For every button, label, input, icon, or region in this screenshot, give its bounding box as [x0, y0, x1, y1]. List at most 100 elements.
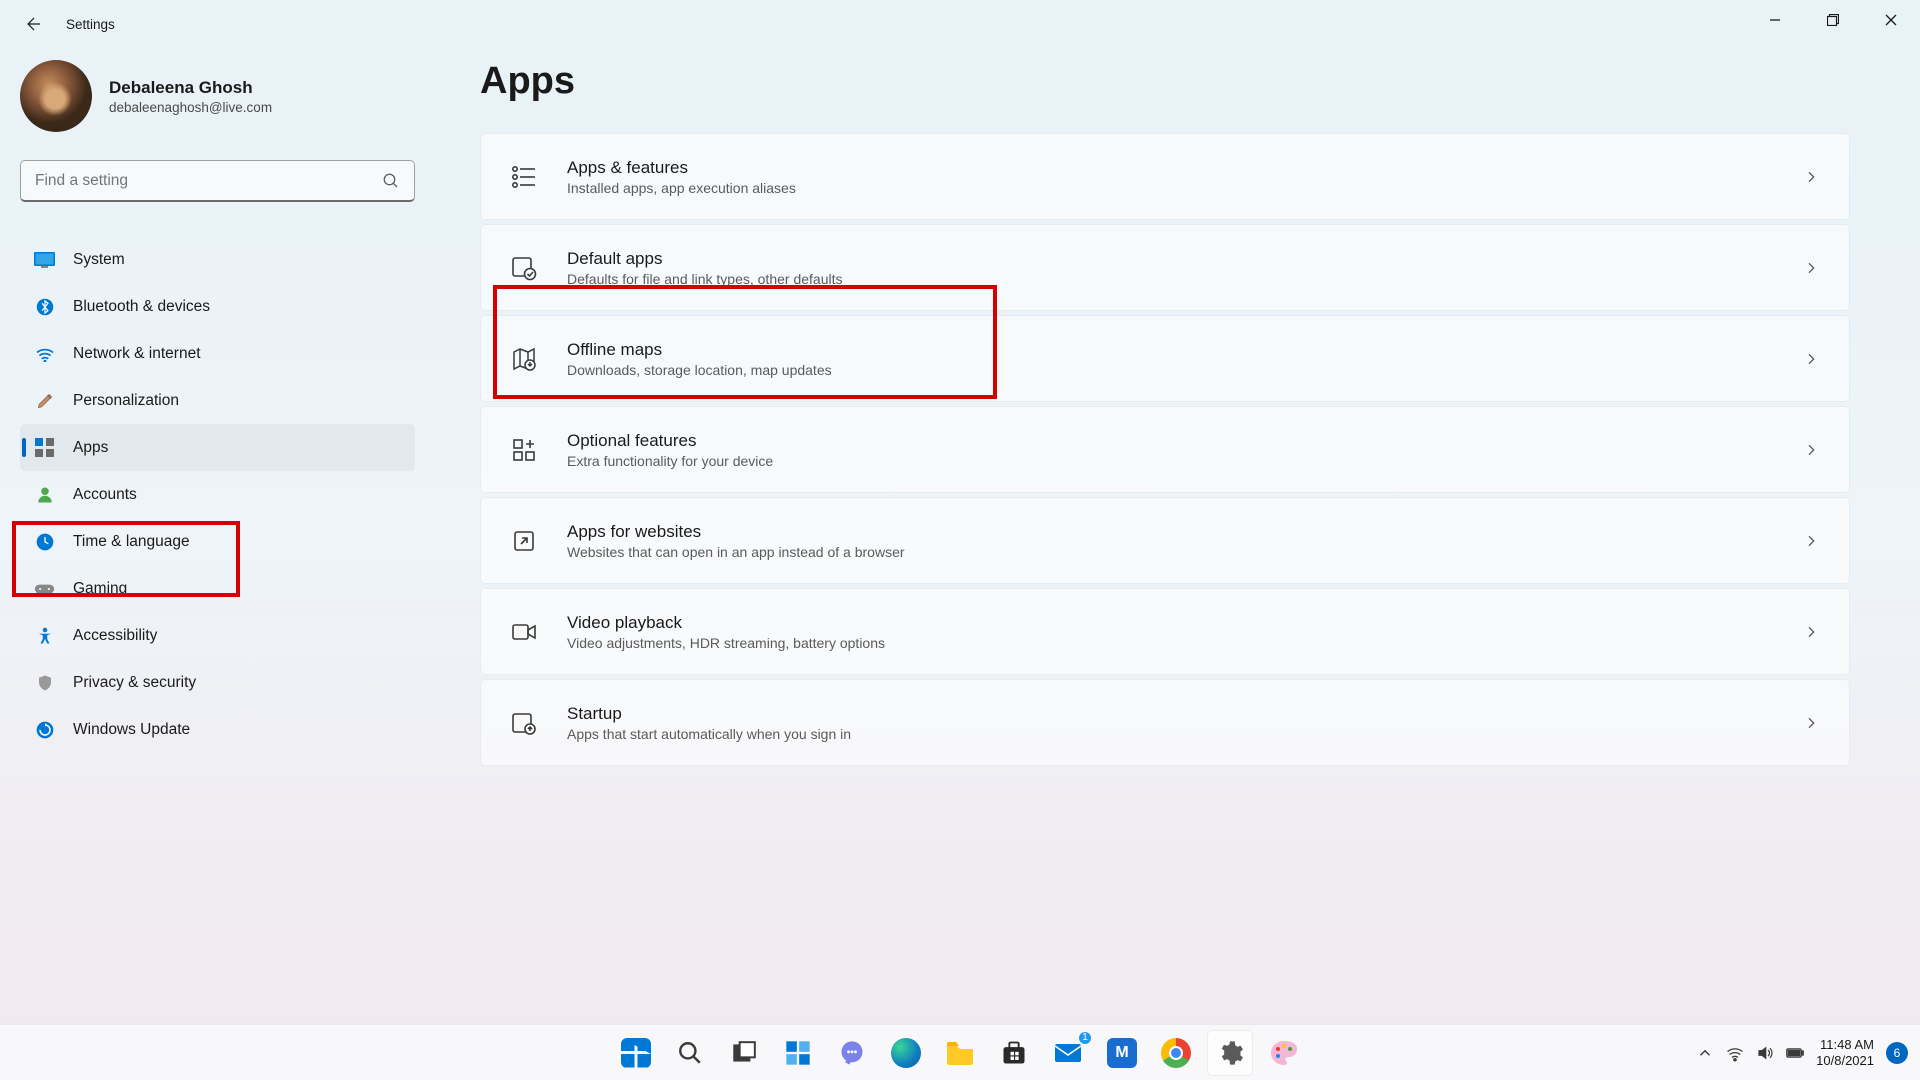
battery-icon[interactable] — [1786, 1044, 1804, 1062]
widgets-icon — [784, 1039, 812, 1067]
sidebar-item-time-language[interactable]: Time & language — [20, 518, 415, 565]
clock-date: 10/8/2021 — [1816, 1053, 1874, 1069]
taskbar-task-view[interactable] — [721, 1030, 767, 1076]
sidebar-item-personalization[interactable]: Personalization — [20, 377, 415, 424]
sidebar-item-windows-update[interactable]: Windows Update — [20, 706, 415, 753]
back-button[interactable] — [24, 14, 44, 34]
sidebar-item-network[interactable]: Network & internet — [20, 330, 415, 377]
card-subtitle: Extra functionality for your device — [567, 453, 1803, 469]
card-apps-for-websites[interactable]: Apps for websites Websites that can open… — [480, 497, 1850, 584]
card-title: Startup — [567, 704, 1803, 724]
mail-badge: 1 — [1077, 1030, 1093, 1046]
card-title: Optional features — [567, 431, 1803, 451]
page-title: Apps — [480, 60, 1900, 103]
accessibility-icon — [34, 625, 55, 646]
update-icon — [34, 719, 55, 740]
grid-plus-icon — [511, 437, 537, 463]
taskbar-mail[interactable]: 1 — [1045, 1030, 1091, 1076]
taskbar-settings[interactable] — [1207, 1030, 1253, 1076]
chat-icon — [838, 1039, 866, 1067]
wifi-icon[interactable] — [1726, 1044, 1744, 1062]
chevron-right-icon — [1803, 351, 1819, 367]
card-offline-maps[interactable]: Offline maps Downloads, storage location… — [480, 315, 1850, 402]
maximize-button[interactable] — [1804, 0, 1862, 40]
clock-globe-icon — [34, 531, 55, 552]
mail-icon — [1053, 1040, 1083, 1066]
clock-time: 11:48 AM — [1816, 1037, 1874, 1053]
chevron-up-icon[interactable] — [1696, 1044, 1714, 1062]
sidebar-item-label: Windows Update — [73, 721, 190, 739]
avatar — [20, 60, 92, 132]
chevron-right-icon — [1803, 715, 1819, 731]
system-clock[interactable]: 11:48 AM 10/8/2021 — [1816, 1037, 1874, 1069]
card-optional-features[interactable]: Optional features Extra functionality fo… — [480, 406, 1850, 493]
taskbar-file-explorer[interactable] — [937, 1030, 983, 1076]
sidebar-item-accounts[interactable]: Accounts — [20, 471, 415, 518]
sidebar-item-label: Gaming — [73, 580, 127, 598]
sidebar-item-accessibility[interactable]: Accessibility — [20, 612, 415, 659]
folder-icon — [945, 1040, 975, 1066]
sidebar-item-privacy-security[interactable]: Privacy & security — [20, 659, 415, 706]
open-external-icon — [511, 528, 537, 554]
taskbar-store[interactable] — [991, 1030, 1037, 1076]
taskbar-paint[interactable] — [1261, 1030, 1307, 1076]
card-subtitle: Video adjustments, HDR streaming, batter… — [567, 635, 1803, 651]
card-subtitle: Downloads, storage location, map updates — [567, 362, 1803, 378]
windows-icon — [621, 1038, 651, 1068]
sidebar-item-label: Accessibility — [73, 627, 157, 645]
gear-icon — [1216, 1039, 1244, 1067]
taskbar-app-m[interactable]: M — [1099, 1030, 1145, 1076]
sidebar-item-gaming[interactable]: Gaming — [20, 565, 415, 612]
minimize-button[interactable] — [1746, 0, 1804, 40]
video-icon — [511, 619, 537, 645]
sidebar-item-label: Apps — [73, 439, 108, 457]
profile-email: debaleenaghosh@live.com — [109, 100, 272, 115]
paintbrush-icon — [34, 390, 55, 411]
edge-icon — [891, 1038, 921, 1068]
card-video-playback[interactable]: Video playback Video adjustments, HDR st… — [480, 588, 1850, 675]
search-input-box[interactable] — [20, 160, 415, 202]
chrome-icon — [1161, 1038, 1191, 1068]
monitor-icon — [34, 249, 55, 270]
sidebar-item-label: System — [73, 251, 125, 269]
taskbar-start[interactable] — [613, 1030, 659, 1076]
taskbar-chrome[interactable] — [1153, 1030, 1199, 1076]
sidebar-item-apps[interactable]: Apps — [20, 424, 415, 471]
taskbar-widgets[interactable] — [775, 1030, 821, 1076]
app-m-icon: M — [1107, 1038, 1137, 1068]
speaker-icon[interactable] — [1756, 1044, 1774, 1062]
map-icon — [511, 346, 537, 372]
chevron-right-icon — [1803, 624, 1819, 640]
shield-icon — [34, 672, 55, 693]
profile-name: Debaleena Ghosh — [109, 78, 272, 98]
sidebar-item-label: Network & internet — [73, 345, 201, 363]
taskbar-search[interactable] — [667, 1030, 713, 1076]
sidebar-item-label: Accounts — [73, 486, 137, 504]
chevron-right-icon — [1803, 533, 1819, 549]
card-startup[interactable]: Startup Apps that start automatically wh… — [480, 679, 1850, 766]
user-profile[interactable]: Debaleena Ghosh debaleenaghosh@live.com — [20, 60, 350, 132]
card-subtitle: Apps that start automatically when you s… — [567, 726, 1803, 742]
card-title: Apps & features — [567, 158, 1803, 178]
close-button[interactable] — [1862, 0, 1920, 40]
notification-badge[interactable]: 6 — [1886, 1042, 1908, 1064]
maximize-icon — [1827, 14, 1839, 26]
task-view-icon — [731, 1040, 757, 1066]
minimize-icon — [1769, 14, 1781, 26]
card-apps-features[interactable]: Apps & features Installed apps, app exec… — [480, 133, 1850, 220]
taskbar-edge[interactable] — [883, 1030, 929, 1076]
store-icon — [1000, 1039, 1028, 1067]
search-icon — [677, 1040, 703, 1066]
card-default-apps[interactable]: Default apps Defaults for file and link … — [480, 224, 1850, 311]
taskbar-chat[interactable] — [829, 1030, 875, 1076]
window-title: Settings — [66, 17, 115, 32]
sidebar-item-system[interactable]: System — [20, 236, 415, 283]
sidebar-item-bluetooth[interactable]: Bluetooth & devices — [20, 283, 415, 330]
gamepad-icon — [34, 578, 55, 599]
close-icon — [1885, 14, 1897, 26]
search-input[interactable] — [35, 172, 382, 190]
person-icon — [34, 484, 55, 505]
taskbar: 1 M 11:48 AM 10/8/2021 6 — [0, 1024, 1920, 1080]
chevron-right-icon — [1803, 260, 1819, 276]
card-subtitle: Websites that can open in an app instead… — [567, 544, 1803, 560]
